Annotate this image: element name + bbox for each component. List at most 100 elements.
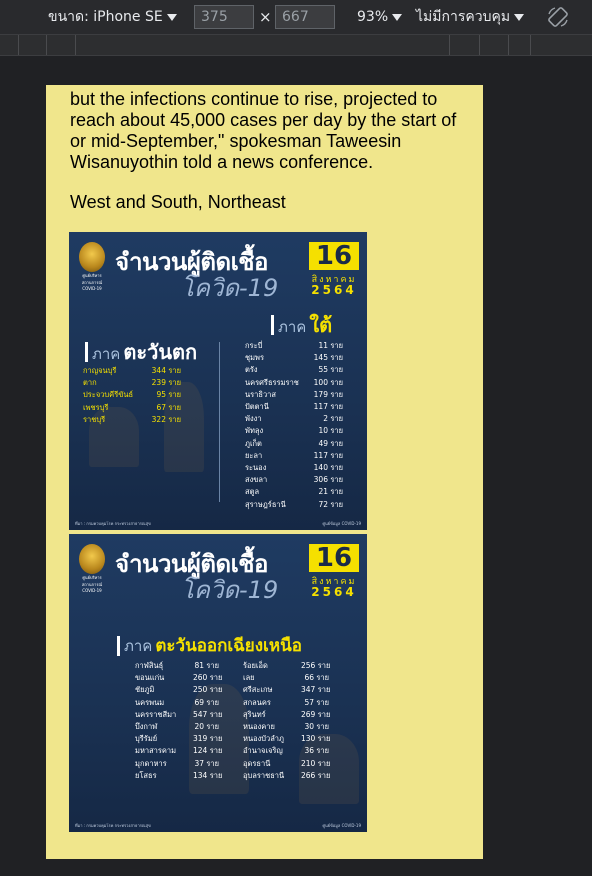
- case-count: 124 ราย: [193, 746, 223, 756]
- list-item: ระนอง 140 ราย: [245, 462, 343, 474]
- list-item: ตรัง 55 ราย: [245, 364, 343, 376]
- case-count: 256 ราย: [301, 661, 331, 670]
- infographic-subtitle: โควิด-19: [181, 576, 279, 604]
- case-count: 210 ราย: [301, 758, 331, 768]
- province-name: ชุมพร: [245, 353, 265, 363]
- province-name: นครราชสีมา: [135, 709, 177, 719]
- column-divider: [219, 342, 220, 502]
- footer-source: ที่มา : กรมควบคุมโรค กระทรวงสาธารณสุข: [75, 521, 151, 526]
- case-count: 117 ราย: [313, 450, 343, 460]
- case-count: 319 ราย: [193, 734, 223, 744]
- device-toolbar: ขนาด: iPhone SE 375 × 667 93% ไม่มีการคว…: [0, 0, 592, 34]
- rotate-button[interactable]: [546, 0, 570, 34]
- case-count: 21 ราย: [318, 487, 343, 497]
- ruler-tick: [75, 35, 76, 55]
- infographic-west-south: ศูนย์บริหารสถานการณ์ COVID-19 จำนวนผู้ติ…: [69, 232, 367, 530]
- province-name: ยะลา: [245, 450, 263, 460]
- article-subheading: West and South, Northeast: [70, 192, 286, 212]
- region-prefix: ภาค: [124, 637, 153, 655]
- emblem-icon: [79, 242, 105, 272]
- region-prefix: ภาค: [92, 345, 121, 363]
- case-count: 49 ราย: [318, 438, 343, 448]
- list-item: สงขลา 306 ราย: [245, 474, 343, 486]
- province-name: นราธิวาส: [245, 389, 276, 399]
- list-item: ปัตตานี 117 ราย: [245, 401, 343, 413]
- province-name: นครพนม: [135, 697, 165, 707]
- list-item: หนองบัวลำภู 130 ราย: [243, 733, 330, 745]
- province-name: ตรัง: [245, 365, 258, 375]
- province-name: ปัตตานี: [245, 402, 269, 412]
- infographic-footer: ที่มา : กรมควบคุมโรค กระทรวงสาธารณสุข ศู…: [75, 822, 361, 829]
- list-item: เลย 66 ราย: [243, 672, 329, 684]
- list-item: บึงกาฬ 20 ราย: [135, 721, 219, 733]
- height-input[interactable]: 667: [275, 5, 335, 29]
- infographic-subtitle: โควิด-19: [181, 274, 279, 302]
- province-name: มหาสารคาม: [135, 746, 177, 756]
- article-paragraph: but the infections continue to rise, pro…: [70, 89, 457, 172]
- media-query-ruler[interactable]: [0, 34, 592, 56]
- region-bar: [85, 342, 88, 362]
- case-count: 269 ราย: [301, 709, 331, 719]
- list-item: พัทลุง 10 ราย: [245, 425, 343, 437]
- case-count: 347 ราย: [301, 685, 331, 695]
- list-item: สุรินทร์ 269 ราย: [243, 709, 331, 721]
- case-count: 55 ราย: [318, 365, 343, 375]
- case-count: 344 ราย: [151, 366, 181, 375]
- case-count: 69 ราย: [194, 697, 219, 707]
- list-item: กาญจนบุรี 344 ราย: [83, 365, 181, 377]
- list-item: ชัยภูมิ 250 ราย: [135, 684, 222, 696]
- province-name: กระบี่: [245, 341, 263, 350]
- list-item: ราชบุรี 322 ราย: [83, 414, 181, 426]
- west-province-list: กาญจนบุรี 344 ราย ตาก 239 ราย ประจวบคีรีขั…: [83, 365, 181, 426]
- province-name: สุราษฎร์ธานี: [245, 499, 286, 509]
- chevron-down-icon: [392, 13, 403, 21]
- emblem-text: ศูนย์บริหารสถานการณ์ COVID-19: [81, 273, 103, 291]
- province-name: ชัยภูมิ: [135, 685, 155, 695]
- province-name: สงขลา: [245, 475, 268, 485]
- chevron-down-icon: [514, 13, 525, 21]
- case-count: 66 ราย: [304, 673, 329, 683]
- region-heading-west: ภาค ตะวันตก: [85, 336, 197, 368]
- list-item: ภูเก็ต 49 ราย: [245, 438, 343, 450]
- province-name: ภูเก็ต: [245, 438, 262, 448]
- case-count: 37 ราย: [194, 758, 219, 768]
- south-province-list: กระบี่ 11 ราย ชุมพร 145 ราย ตรัง 55 ราย นคร…: [245, 340, 343, 511]
- zoom-selector[interactable]: 93%: [357, 0, 403, 34]
- case-count: 67 ราย: [156, 402, 181, 412]
- province-name: ราชบุรี: [83, 414, 106, 424]
- province-name: ตาก: [83, 378, 97, 388]
- times-label: ×: [259, 8, 272, 26]
- case-count: 36 ราย: [304, 746, 329, 756]
- device-label: ขนาด: iPhone SE: [48, 9, 163, 25]
- date-year: 2564: [311, 585, 357, 599]
- width-input[interactable]: 375: [194, 5, 254, 29]
- throttle-selector[interactable]: ไม่มีการควบคุม: [416, 0, 525, 34]
- province-name: ขอนแก่น: [135, 673, 165, 683]
- ruler-tick: [479, 35, 480, 55]
- case-count: 72 ราย: [318, 499, 343, 509]
- province-name: บึงกาฬ: [135, 722, 158, 732]
- region-name: ตะวันออกเฉียงเหนือ: [155, 636, 302, 656]
- footer-source: ที่มา : กรมควบคุมโรค กระทรวงสาธารณสุข: [75, 823, 151, 828]
- province-name: ยโสธร: [135, 770, 157, 780]
- region-name: ใต้: [309, 313, 333, 337]
- list-item: นครราชสีมา 547 ราย: [135, 709, 222, 721]
- province-name: กาฬสินธุ์: [135, 661, 164, 670]
- list-item: พังงา 2 ราย: [245, 413, 343, 425]
- list-item: มหาสารคาม 124 ราย: [135, 745, 223, 757]
- list-item: อุดรธานี 210 ราย: [243, 758, 331, 770]
- height-value: 667: [282, 9, 309, 25]
- region-bar: [271, 315, 274, 335]
- device-selector[interactable]: ขนาด: iPhone SE: [48, 0, 177, 34]
- case-count: 30 ราย: [304, 722, 329, 732]
- list-item: ประจวบคีรีขันธ์ 95 ราย: [83, 389, 181, 401]
- province-name: อุบลราชธานี: [243, 770, 285, 780]
- province-name: นครศรีธรรมราช: [245, 377, 299, 387]
- emulated-viewport[interactable]: but the infections continue to rise, pro…: [46, 85, 483, 859]
- times-sign: ×: [259, 0, 272, 34]
- date-day-badge: 16: [309, 242, 359, 270]
- case-count: 95 ราย: [156, 390, 181, 400]
- case-count: 322 ราย: [151, 414, 181, 424]
- case-count: 266 ราย: [301, 770, 331, 780]
- emblem-icon: [79, 544, 105, 574]
